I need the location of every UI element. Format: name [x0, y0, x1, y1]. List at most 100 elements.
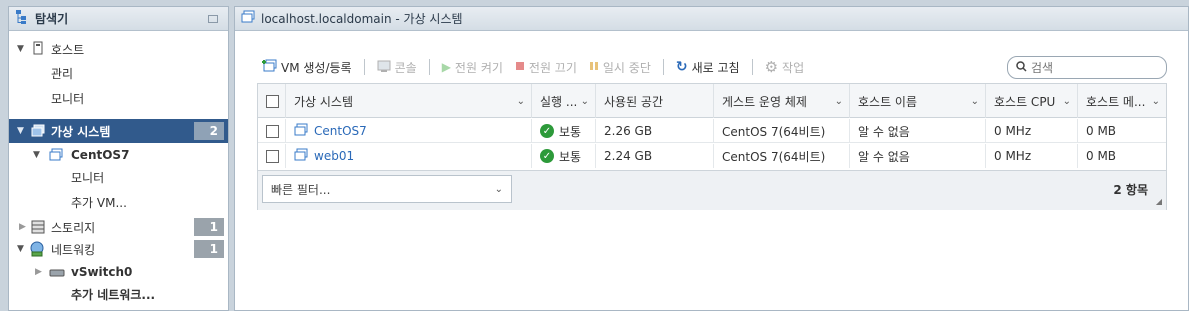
chevron-down-icon[interactable]: ⌄ [581, 96, 589, 107]
toolbar-divider [662, 59, 664, 75]
chevron-down-icon[interactable]: ▼ [17, 244, 24, 254]
navigator-header: 탐색기 [9, 7, 228, 31]
tree-item-more-vms[interactable]: 추가 VM... [9, 190, 228, 214]
chevron-down-icon[interactable]: ▼ [17, 44, 24, 54]
vm-name-link[interactable]: CentOS7 [314, 124, 367, 138]
vm-name-link[interactable]: web01 [314, 149, 354, 163]
vm-icon [294, 148, 308, 165]
switch-icon [49, 267, 65, 281]
host-memory-cell: 0 MB [1086, 124, 1117, 138]
actions-button[interactable]: ⚙ 작업 [765, 58, 805, 76]
tree-item-networking[interactable]: ▼ 네트워킹 1 [9, 237, 228, 261]
guest-os-cell: CentOS 7(64비트) [714, 144, 850, 168]
suspend-button[interactable]: 일시 중단 [589, 59, 651, 76]
check-circle-icon: ✓ [540, 124, 554, 138]
network-icon [29, 241, 45, 260]
status-cell: ✓ 보통 [532, 119, 596, 143]
tree-item-label: 네트워킹 [51, 242, 96, 257]
table-row[interactable]: CentOS7 ✓ 보통 2.26 GB CentOS 7(64비트) 알 수 없… [258, 119, 1166, 143]
tree-item-host[interactable]: ▼ 호스트 [9, 37, 228, 61]
search-input[interactable] [1031, 60, 1151, 75]
search-box[interactable] [1007, 56, 1167, 79]
chevron-down-icon[interactable]: ⌄ [835, 96, 843, 107]
vm-name-cell: CentOS7 [286, 119, 532, 143]
column-header-guest-os[interactable]: 게스트 운영 체제 ⌄ [714, 84, 850, 118]
table-row[interactable]: web01 ✓ 보통 2.24 GB CentOS 7(64비트) 알 수 없음 … [258, 144, 1166, 168]
column-header-host-memory[interactable]: 호스트 메... ⌄ [1078, 84, 1166, 118]
console-button[interactable]: 콘솔 [377, 59, 417, 76]
guest-os-cell: CentOS 7(64비트) [714, 119, 850, 143]
hostname-cell: 알 수 없음 [850, 144, 986, 168]
tree-item-label: 스토리지 [51, 220, 96, 235]
used-space-cell: 2.24 GB [596, 144, 714, 168]
console-icon [377, 59, 391, 76]
chevron-down-icon[interactable]: ⌄ [517, 96, 525, 107]
select-all-checkbox[interactable] [266, 94, 279, 108]
navigator-icon [15, 9, 29, 28]
host-cpu-cell: 0 MHz [986, 144, 1078, 168]
tree-item-label: 모니터 [71, 170, 105, 185]
tree-item-virtual-machines[interactable]: ▼ 가상 시스템 2 [9, 119, 228, 143]
navigator-title: 탐색기 [35, 12, 69, 26]
tree-item-centos7[interactable]: ▼ CentOS7 [9, 143, 228, 167]
tree-item-manage[interactable]: 관리 [9, 61, 228, 85]
toolbar-divider [363, 59, 365, 75]
search-icon [1016, 60, 1027, 75]
row-select-cell [258, 119, 286, 143]
resize-handle-icon[interactable]: ◢ [1156, 197, 1162, 206]
check-circle-icon: ✓ [540, 149, 554, 163]
create-vm-icon [261, 59, 277, 76]
chevron-down-icon[interactable]: ⌄ [1152, 96, 1160, 107]
host-cpu-cell: 0 MHz [986, 119, 1078, 143]
chevron-down-icon[interactable]: ▼ [33, 150, 40, 160]
tree-item-label: 모니터 [51, 91, 85, 106]
toolbar: VM 생성/등록 콘솔 ▶ 전원 켜기 전원 끄기 일시 중단 ↻ 새로 고침 [261, 57, 816, 77]
tree-item-host-monitor[interactable]: 모니터 [9, 86, 228, 110]
host-icon [33, 41, 43, 58]
toolbar-divider [428, 59, 430, 75]
tree-item-vm-monitor[interactable]: 모니터 [9, 165, 228, 189]
tree-item-label: 가상 시스템 [51, 124, 111, 139]
column-header-hostname[interactable]: 호스트 이름 ⌄ [850, 84, 986, 118]
tree-item-more-networks[interactable]: 추가 네트워크... [9, 282, 228, 306]
refresh-icon: ↻ [675, 59, 688, 75]
tree-item-label: CentOS7 [71, 148, 130, 162]
host-memory-cell: 0 MB [1086, 149, 1117, 163]
vm-icon [49, 148, 63, 165]
tree-item-label: 추가 네트워크... [71, 287, 156, 302]
toolbar-divider [751, 59, 753, 75]
tree-item-label: vSwitch0 [71, 265, 133, 279]
tree-item-storage[interactable]: ▶ 스토리지 1 [9, 215, 228, 239]
tree-item-label: 추가 VM... [71, 195, 127, 210]
chevron-right-icon[interactable]: ▶ [19, 222, 26, 232]
count-badge: 2 [194, 122, 224, 140]
column-header-used-space[interactable]: 사용된 공간 [596, 84, 714, 118]
column-header-vm[interactable]: 가상 시스템 ⌄ [286, 84, 532, 118]
main-panel: localhost.localdomain - 가상 시스템 VM 생성/등록 … [234, 6, 1189, 311]
chevron-down-icon[interactable]: ⌄ [971, 96, 979, 107]
power-on-button[interactable]: ▶ 전원 켜기 [442, 59, 503, 76]
quick-filter-dropdown[interactable]: 빠른 필터... ⌄ [262, 175, 512, 203]
page-title: localhost.localdomain - 가상 시스템 [261, 12, 463, 26]
row-checkbox[interactable] [266, 124, 279, 138]
chevron-down-icon[interactable]: ⌄ [1063, 96, 1071, 107]
used-space-cell: 2.26 GB [596, 119, 714, 143]
column-header-status[interactable]: 실행 ... ⌄ [532, 84, 596, 118]
gear-icon: ⚙ [764, 58, 779, 76]
chevron-right-icon[interactable]: ▶ [35, 267, 42, 277]
power-off-button[interactable]: 전원 끄기 [515, 59, 577, 76]
vm-table: 가상 시스템 ⌄ 실행 ... ⌄ 사용된 공간 게스트 운영 체제 ⌄ 호스트 이름… [257, 83, 1167, 210]
collapse-icon[interactable] [208, 15, 218, 23]
status-cell: ✓ 보통 [532, 144, 596, 168]
column-header-host-cpu[interactable]: 호스트 CPU ⌄ [986, 84, 1078, 118]
storage-icon [31, 220, 45, 237]
row-checkbox[interactable] [266, 149, 279, 163]
tree-item-vswitch0[interactable]: ▶ vSwitch0 [9, 260, 228, 284]
refresh-button[interactable]: ↻ 새로 고침 [676, 59, 740, 76]
chevron-down-icon[interactable]: ⌄ [495, 184, 503, 195]
pause-icon [589, 60, 599, 74]
tree-item-label: 호스트 [51, 42, 85, 57]
create-register-vm-button[interactable]: VM 생성/등록 [261, 59, 352, 76]
count-badge: 1 [194, 218, 224, 236]
chevron-down-icon[interactable]: ▼ [17, 126, 24, 136]
